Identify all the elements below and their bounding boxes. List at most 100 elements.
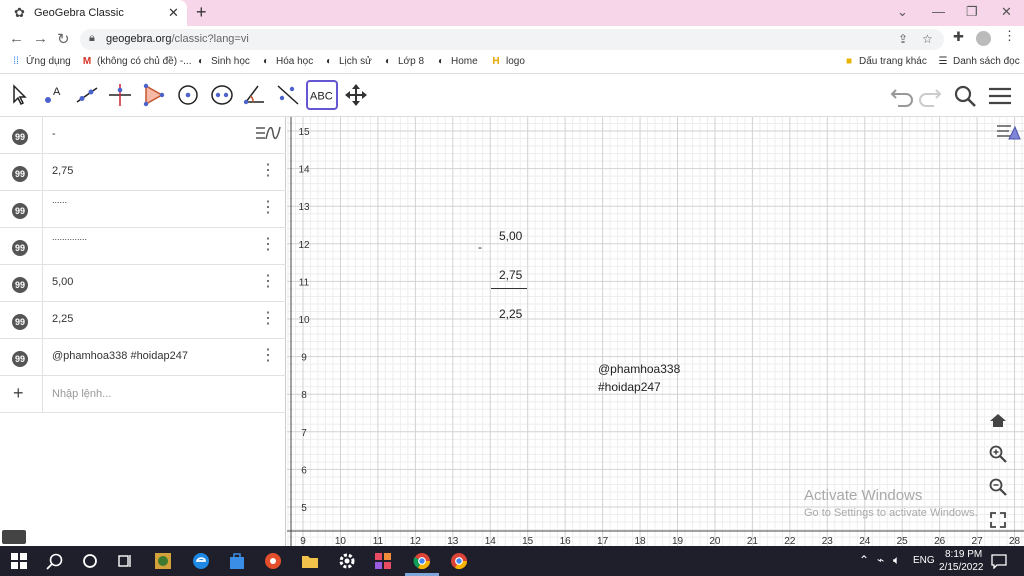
visibility-toggle-icon[interactable]: 99 <box>12 240 28 256</box>
algebra-row-value[interactable]: @phamhoa338 #hoidap247 <box>52 350 188 362</box>
game-app-icon[interactable] <box>154 552 172 570</box>
media-app-icon[interactable] <box>264 552 282 570</box>
lock-icon[interactable]: 🔒︎ <box>89 32 95 45</box>
visibility-toggle-icon[interactable]: 99 <box>12 314 28 330</box>
point-tool-icon[interactable]: A <box>38 80 68 110</box>
polygon-tool-icon[interactable] <box>139 80 169 110</box>
task-view-icon[interactable] <box>116 552 134 570</box>
row-more-icon[interactable]: ⋮ <box>260 163 276 179</box>
clock-date[interactable]: 2/15/2022 <box>939 562 984 573</box>
search-icon[interactable] <box>951 82 979 110</box>
bookmark-home[interactable]: ◐ Home <box>435 56 478 67</box>
graphics-dash-text[interactable]: - <box>478 240 482 254</box>
subtraction-line[interactable] <box>491 288 527 289</box>
tab-close-icon[interactable]: ✕ <box>168 5 179 21</box>
ellipse-tool-icon[interactable] <box>207 80 237 110</box>
language-indicator[interactable]: ENG <box>913 555 935 566</box>
undo-icon[interactable] <box>888 82 916 110</box>
cortana-icon[interactable] <box>81 552 99 570</box>
window-close-icon[interactable]: ✕ <box>1001 4 1012 20</box>
graphics-number-2-25[interactable]: 2,25 <box>499 307 522 321</box>
home-icon[interactable] <box>989 412 1007 428</box>
bookmark-gmail[interactable]: M (không có chủ đề) -... <box>81 56 192 67</box>
store-icon[interactable] <box>228 552 246 570</box>
algebra-row-value[interactable]: 5,00 <box>52 276 73 288</box>
clock-time[interactable]: 8:19 PM <box>945 549 982 560</box>
algebra-row[interactable]: 99 2,75 ⋮ <box>0 154 286 191</box>
algebra-row-value[interactable]: ...... <box>52 195 67 205</box>
algebra-row-value[interactable]: 2,25 <box>52 313 73 325</box>
graphics-number-2-75[interactable]: 2,75 <box>499 268 522 282</box>
algebra-row[interactable]: 99 2,25 ⋮ <box>0 302 286 339</box>
main-menu-icon[interactable] <box>986 82 1014 110</box>
line-tool-icon[interactable] <box>72 80 102 110</box>
bookmark-hoa-hoc[interactable]: ◐ Hóa học <box>260 56 313 67</box>
visibility-toggle-icon[interactable]: 99 <box>12 277 28 293</box>
network-icon[interactable]: ⌁ <box>877 553 884 567</box>
bookmark-sinh-hoc[interactable]: ◐ Sinh học <box>195 56 250 67</box>
extensions-icon[interactable]: ✚ <box>953 29 964 45</box>
graphics-credit-line2[interactable]: #hoidap247 <box>598 380 661 394</box>
visibility-toggle-icon[interactable]: 99 <box>12 129 28 145</box>
graphics-view[interactable]: 9 10 11 12 13 14 15 16 17 18 19 20 21 22 23 24 25 26 27 28 1… <box>287 117 1024 546</box>
angle-tool-icon[interactable] <box>240 80 270 110</box>
tab-search-icon[interactable]: ⌄ <box>897 4 908 20</box>
zoom-in-icon[interactable] <box>989 445 1007 463</box>
perpendicular-line-tool-icon[interactable] <box>105 80 135 110</box>
chrome-profile-icon[interactable] <box>450 552 468 570</box>
algebra-row[interactable]: 99 - <box>0 117 286 154</box>
keyboard-icon[interactable] <box>2 530 26 544</box>
minimize-icon[interactable]: — <box>932 4 945 19</box>
app-grid-icon[interactable] <box>374 552 392 570</box>
forward-icon[interactable]: → <box>33 30 48 47</box>
share-icon[interactable]: ⇪ <box>898 32 908 46</box>
bookmark-other-folder[interactable]: ■ Dấu trang khác <box>843 56 927 67</box>
graphics-credit-line1[interactable]: @phamhoa338 <box>598 362 680 376</box>
new-tab-icon[interactable]: + <box>196 2 207 23</box>
file-explorer-icon[interactable] <box>301 552 319 570</box>
fullscreen-icon[interactable] <box>990 512 1006 528</box>
algebra-row-value[interactable]: 2,75 <box>52 165 73 177</box>
bookmark-lop8[interactable]: ◐ Lớp 8 <box>382 56 424 67</box>
move-graphics-view-tool-icon[interactable] <box>341 80 371 110</box>
add-icon[interactable]: + <box>13 383 24 404</box>
visibility-toggle-icon[interactable]: 99 <box>12 203 28 219</box>
visibility-toggle-icon[interactable]: 99 <box>12 166 28 182</box>
back-icon[interactable]: ← <box>9 30 24 47</box>
graphics-style-bar-icon[interactable] <box>995 121 1021 143</box>
algebra-input[interactable]: Nhập lệnh... <box>52 388 111 400</box>
reload-icon[interactable]: ↻ <box>57 30 70 48</box>
algebra-row[interactable]: 99 .............. ⋮ <box>0 228 286 265</box>
redo-icon[interactable] <box>916 82 944 110</box>
algebra-input-row[interactable]: + Nhập lệnh... <box>0 376 286 413</box>
algebra-row[interactable]: 99 5,00 ⋮ <box>0 265 286 302</box>
bookmark-star-icon[interactable]: ☆ <box>922 32 933 46</box>
row-more-icon[interactable]: ⋮ <box>260 348 276 364</box>
algebra-row[interactable]: 99 ...... ⋮ <box>0 191 286 228</box>
algebra-row[interactable]: 99 @phamhoa338 #hoidap247 ⋮ <box>0 339 286 376</box>
visibility-toggle-icon[interactable]: 99 <box>12 351 28 367</box>
text-tool-icon[interactable]: ABC <box>306 80 338 110</box>
bookmark-lich-su[interactable]: ◐ Lịch sử <box>323 56 372 67</box>
circle-tool-icon[interactable] <box>173 80 203 110</box>
reading-list[interactable]: ☰ Danh sách đọc <box>937 56 1020 67</box>
tray-overflow-icon[interactable]: ⌃ <box>859 553 869 567</box>
volume-icon[interactable]: 🔈︎ <box>893 553 900 568</box>
maximize-icon[interactable]: ❐ <box>966 4 978 20</box>
windows-start-icon[interactable] <box>10 552 28 570</box>
reflect-tool-icon[interactable] <box>273 80 303 110</box>
chrome-icon[interactable] <box>413 552 431 570</box>
algebra-row-value[interactable]: - <box>52 128 56 140</box>
browser-menu-icon[interactable]: ⋮ <box>1003 28 1016 44</box>
bookmark-logo[interactable]: Hlogo <box>490 56 525 67</box>
row-more-icon[interactable]: ⋮ <box>260 274 276 290</box>
graphics-number-5-00[interactable]: 5,00 <box>499 229 522 243</box>
algebra-row-value[interactable]: .............. <box>52 232 87 242</box>
row-more-icon[interactable]: ⋮ <box>260 237 276 253</box>
row-more-icon[interactable]: ⋮ <box>260 200 276 216</box>
taskbar-search-icon[interactable] <box>46 552 64 570</box>
bookmark-apps[interactable]: ⁞⁞ Ứng dụng <box>10 56 70 67</box>
settings-gear-icon[interactable] <box>338 552 356 570</box>
row-more-icon[interactable]: ⋮ <box>260 311 276 327</box>
profile-avatar[interactable] <box>976 31 991 46</box>
